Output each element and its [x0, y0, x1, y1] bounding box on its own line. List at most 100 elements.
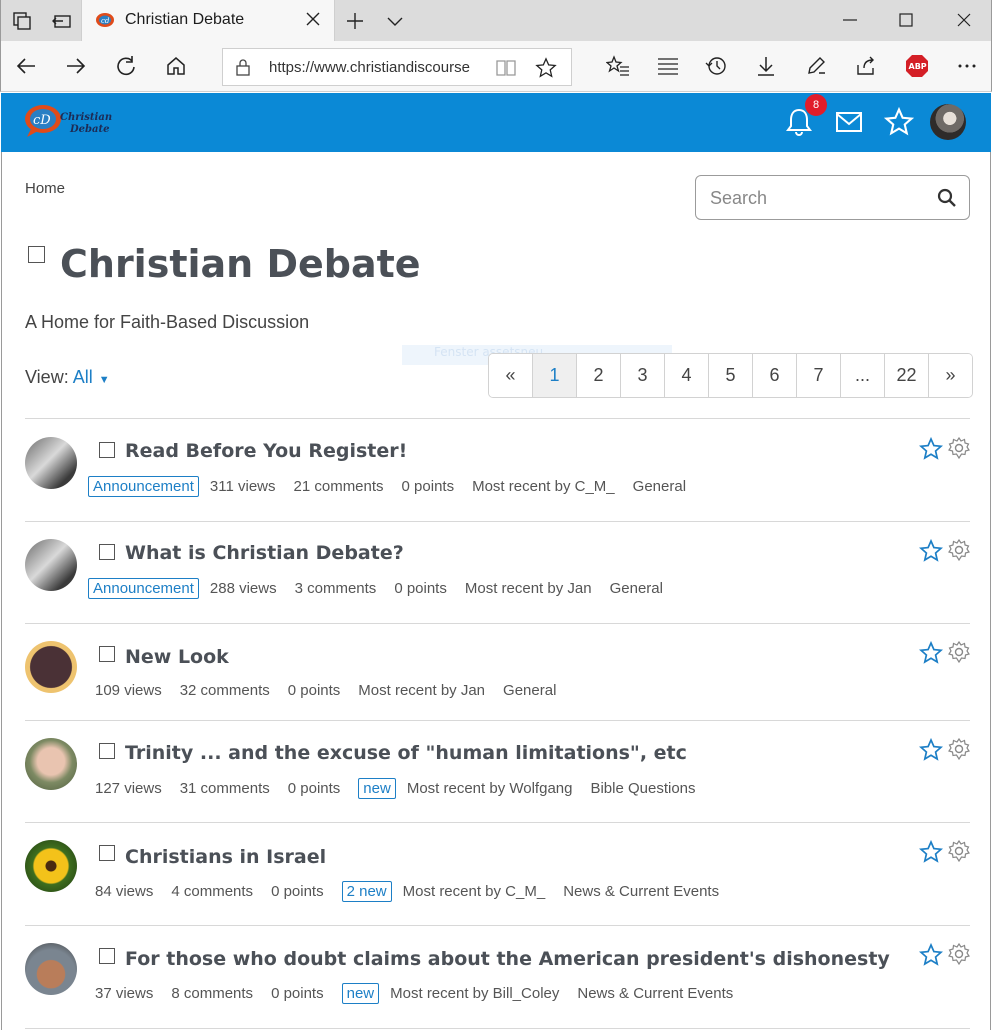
topic-checkbox[interactable]	[99, 442, 115, 458]
options-gear-icon[interactable]	[948, 942, 970, 966]
category-link[interactable]: News & Current Events	[563, 883, 719, 900]
select-all-checkbox[interactable]	[28, 246, 45, 263]
options-gear-icon[interactable]	[948, 436, 970, 460]
topic-title[interactable]: New Look	[125, 646, 229, 668]
forward-arrow-icon[interactable]	[65, 55, 87, 77]
maximize-icon[interactable]	[897, 11, 915, 29]
back-arrow-icon[interactable]	[15, 55, 37, 77]
view-filter[interactable]: View: All ▼	[25, 367, 110, 388]
bookmark-star-icon[interactable]	[918, 942, 944, 967]
tab-list-chevron-icon[interactable]	[384, 10, 406, 32]
breadcrumb-home[interactable]: Home	[25, 180, 65, 197]
options-gear-icon[interactable]	[948, 737, 970, 761]
author-avatar[interactable]	[25, 738, 77, 790]
address-bar[interactable]: https://www.christiandiscourse	[222, 48, 572, 86]
adblock-icon[interactable]: ABP	[905, 54, 928, 77]
favorites-list-icon[interactable]	[605, 55, 629, 77]
pager-prev[interactable]: «	[489, 354, 533, 397]
topic-checkbox[interactable]	[99, 646, 115, 662]
pager-next[interactable]: »	[929, 354, 972, 397]
topic-title[interactable]: Christians in Israel	[125, 846, 326, 868]
set-aside-tabs-icon[interactable]	[51, 10, 73, 32]
pager-page-5[interactable]: 5	[709, 354, 753, 397]
new-tab-icon[interactable]	[344, 10, 366, 32]
pen-icon[interactable]	[805, 55, 827, 77]
pager-page-3[interactable]: 3	[621, 354, 665, 397]
most-recent-by[interactable]: Most recent by Jan	[358, 682, 485, 699]
bookmarks-star-icon[interactable]	[883, 106, 915, 137]
most-recent-by[interactable]: Most recent by Wolfgang	[407, 780, 573, 797]
topic-checkbox[interactable]	[99, 743, 115, 759]
category-link[interactable]: General	[503, 682, 556, 699]
pager-page-6[interactable]: 6	[753, 354, 797, 397]
download-icon[interactable]	[755, 55, 777, 77]
options-gear-icon[interactable]	[948, 640, 970, 664]
most-recent-by[interactable]: Most recent by C_M_	[403, 883, 546, 900]
bookmark-star-icon[interactable]	[918, 737, 944, 762]
messages-envelope-icon[interactable]	[834, 107, 864, 137]
author-avatar[interactable]	[25, 943, 77, 995]
close-window-icon[interactable]	[955, 11, 973, 29]
home-icon[interactable]	[165, 55, 187, 77]
refresh-icon[interactable]	[115, 55, 137, 77]
close-tab-icon[interactable]	[304, 10, 322, 28]
author-avatar[interactable]	[25, 840, 77, 892]
new-comments-badge[interactable]: new	[358, 778, 396, 799]
search-box[interactable]	[695, 175, 970, 220]
pager-page-2[interactable]: 2	[577, 354, 621, 397]
topic-title[interactable]: For those who doubt claims about the Ame…	[125, 948, 890, 970]
topic-title[interactable]: Read Before You Register!	[125, 440, 407, 462]
history-icon[interactable]	[705, 55, 727, 77]
search-input[interactable]	[710, 186, 930, 210]
bookmark-star-icon[interactable]	[918, 839, 944, 864]
options-gear-icon[interactable]	[948, 839, 970, 863]
topic-checkbox[interactable]	[99, 544, 115, 560]
category-link[interactable]: General	[633, 478, 686, 495]
page-title: Christian Debate	[60, 242, 421, 286]
bookmark-star-icon[interactable]	[918, 538, 944, 563]
pager-page-4[interactable]: 4	[665, 354, 709, 397]
announcement-tag[interactable]: Announcement	[88, 476, 199, 497]
site-logo[interactable]: cD Christian Debate	[23, 101, 113, 141]
reading-view-icon[interactable]	[495, 58, 517, 82]
most-recent-by[interactable]: Most recent by C_M_	[472, 478, 615, 495]
pager-page-1[interactable]: 1	[533, 354, 577, 397]
browser-tab[interactable]: cd Christian Debate	[81, 0, 335, 41]
new-comments-badge[interactable]: new	[341, 983, 380, 1004]
search-icon[interactable]	[937, 188, 957, 208]
caret-down-icon[interactable]: ▼	[99, 374, 110, 386]
minimize-icon[interactable]	[841, 11, 859, 29]
points-count: 0 points	[271, 883, 324, 900]
announcement-tag[interactable]: Announcement	[88, 578, 199, 599]
page-content: Home Christian Debate A Home for Faith-B…	[1, 152, 991, 1030]
category-link[interactable]: Bible Questions	[590, 780, 695, 797]
topic-title[interactable]: What is Christian Debate?	[125, 542, 404, 564]
pager-page-22[interactable]: 22	[885, 354, 929, 397]
favorite-star-icon[interactable]	[535, 57, 557, 83]
category-link[interactable]: News & Current Events	[577, 985, 733, 1002]
divider	[25, 521, 970, 522]
topic-title[interactable]: Trinity ... and the excuse of "human lim…	[125, 742, 687, 764]
topic-checkbox[interactable]	[99, 948, 115, 964]
pager-page-7[interactable]: 7	[797, 354, 841, 397]
more-options-icon[interactable]	[956, 55, 978, 77]
user-avatar[interactable]	[930, 104, 966, 140]
most-recent-by[interactable]: Most recent by Jan	[465, 580, 592, 597]
most-recent-by[interactable]: Most recent by Bill_Coley	[390, 985, 559, 1002]
view-filter-value[interactable]: All	[73, 367, 93, 387]
author-avatar[interactable]	[25, 539, 77, 591]
tab-actions-icon[interactable]	[11, 10, 33, 32]
url-text: https://www.christiandiscourse	[269, 59, 470, 76]
bookmark-star-icon[interactable]	[918, 436, 944, 461]
views-count: 311 views	[209, 478, 276, 495]
reading-list-icon[interactable]	[656, 55, 678, 77]
new-comments-badge[interactable]: 2 new	[341, 881, 392, 902]
options-gear-icon[interactable]	[948, 538, 970, 562]
topic-checkbox[interactable]	[99, 845, 115, 861]
bookmark-star-icon[interactable]	[918, 640, 944, 665]
share-icon[interactable]	[855, 55, 877, 77]
author-avatar[interactable]	[25, 641, 77, 693]
category-link[interactable]: General	[610, 580, 663, 597]
author-avatar[interactable]	[25, 437, 77, 489]
view-filter-label: View:	[25, 367, 69, 387]
